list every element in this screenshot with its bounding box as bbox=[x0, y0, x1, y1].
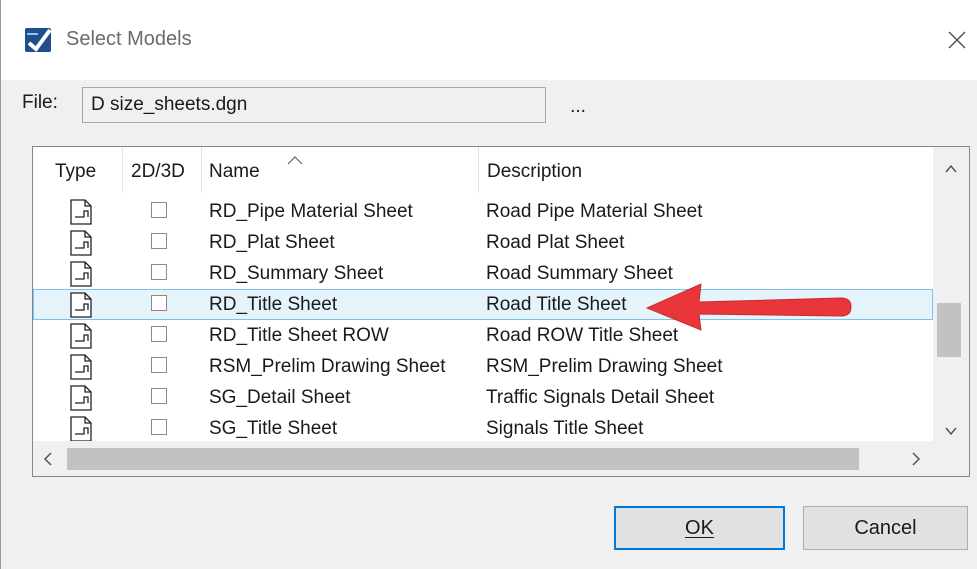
2d3d-checkbox[interactable] bbox=[151, 419, 167, 435]
table-row[interactable]: RSM_Prelim Drawing Sheet RSM_Prelim Draw… bbox=[33, 351, 933, 382]
model-name: RD_Title Sheet ROW bbox=[209, 325, 389, 346]
scroll-left-icon[interactable] bbox=[33, 441, 63, 477]
model-description: Road Plat Sheet bbox=[486, 232, 625, 253]
horizontal-scrollbar[interactable] bbox=[33, 441, 933, 477]
model-description: Road ROW Title Sheet bbox=[486, 325, 679, 346]
sheet-model-icon bbox=[70, 385, 92, 411]
model-description: Signals Title Sheet bbox=[486, 418, 644, 439]
sort-ascending-icon bbox=[287, 156, 303, 165]
horizontal-scroll-thumb[interactable] bbox=[67, 448, 859, 470]
model-name: SG_Title Sheet bbox=[209, 418, 338, 439]
ok-button[interactable]: OK bbox=[614, 506, 785, 550]
model-name: RD_Title Sheet bbox=[209, 294, 338, 315]
column-header-type[interactable]: Type bbox=[47, 147, 129, 193]
ok-button-label: OK bbox=[685, 517, 714, 539]
sheet-model-icon bbox=[70, 416, 92, 442]
table-row[interactable]: RD_Pipe Material Sheet Road Pipe Materia… bbox=[33, 196, 933, 227]
scroll-right-icon[interactable] bbox=[899, 441, 933, 477]
cancel-button[interactable]: Cancel bbox=[803, 506, 968, 550]
table-row[interactable]: RD_Title Sheet ROW Road ROW Title Sheet bbox=[33, 320, 933, 351]
vertical-scrollbar[interactable] bbox=[933, 147, 969, 453]
model-description: Road Title Sheet bbox=[486, 294, 627, 315]
2d3d-checkbox[interactable] bbox=[151, 295, 167, 311]
select-models-dialog: Select Models File: D size_sheets.dgn ..… bbox=[0, 0, 977, 569]
model-name: RD_Summary Sheet bbox=[209, 263, 384, 284]
file-label: File: bbox=[22, 92, 58, 113]
2d3d-checkbox[interactable] bbox=[151, 264, 167, 280]
table-row-selected[interactable]: RD_Title Sheet Road Title Sheet bbox=[33, 289, 933, 320]
model-name: RD_Plat Sheet bbox=[209, 232, 335, 253]
sheet-model-icon bbox=[70, 199, 92, 225]
microstation-logo-icon bbox=[25, 28, 52, 52]
sheet-model-icon bbox=[70, 230, 92, 256]
close-icon[interactable] bbox=[947, 30, 967, 50]
2d3d-checkbox[interactable] bbox=[151, 388, 167, 404]
model-description: Road Pipe Material Sheet bbox=[486, 201, 703, 222]
2d3d-checkbox[interactable] bbox=[151, 202, 167, 218]
dialog-title: Select Models bbox=[66, 28, 192, 50]
table-row[interactable]: RD_Plat Sheet Road Plat Sheet bbox=[33, 227, 933, 258]
model-description: Road Summary Sheet bbox=[486, 263, 673, 284]
column-header-description[interactable]: Description bbox=[479, 147, 933, 193]
model-name: RD_Pipe Material Sheet bbox=[209, 201, 413, 222]
column-header-name[interactable]: Name bbox=[201, 147, 479, 193]
file-path-field: D size_sheets.dgn bbox=[82, 87, 546, 123]
model-description: RSM_Prelim Drawing Sheet bbox=[486, 356, 723, 377]
2d3d-checkbox[interactable] bbox=[151, 357, 167, 373]
list-header: Type 2D/3D Name Description bbox=[33, 147, 933, 193]
title-bar: Select Models bbox=[1, 0, 977, 80]
2d3d-checkbox[interactable] bbox=[151, 233, 167, 249]
sheet-model-icon bbox=[70, 323, 92, 349]
table-row[interactable]: SG_Title Sheet Signals Title Sheet bbox=[33, 413, 933, 444]
table-row[interactable]: RD_Summary Sheet Road Summary Sheet bbox=[33, 258, 933, 289]
2d3d-checkbox[interactable] bbox=[151, 326, 167, 342]
sheet-model-icon bbox=[70, 354, 92, 380]
column-header-2d3d[interactable]: 2D/3D bbox=[122, 147, 202, 193]
model-description: Traffic Signals Detail Sheet bbox=[486, 387, 715, 408]
scrollbar-corner bbox=[933, 441, 969, 476]
model-name: SG_Detail Sheet bbox=[209, 387, 351, 408]
browse-button[interactable]: ... bbox=[563, 96, 593, 122]
scroll-up-icon[interactable] bbox=[933, 147, 969, 187]
model-name: RSM_Prelim Drawing Sheet bbox=[209, 356, 446, 377]
table-row[interactable]: SG_Detail Sheet Traffic Signals Detail S… bbox=[33, 382, 933, 413]
models-list[interactable]: Type 2D/3D Name Description RD_Pipe Mate… bbox=[32, 146, 970, 477]
sheet-model-icon bbox=[70, 261, 92, 287]
sheet-model-icon bbox=[70, 292, 92, 318]
vertical-scroll-thumb[interactable] bbox=[937, 303, 961, 357]
